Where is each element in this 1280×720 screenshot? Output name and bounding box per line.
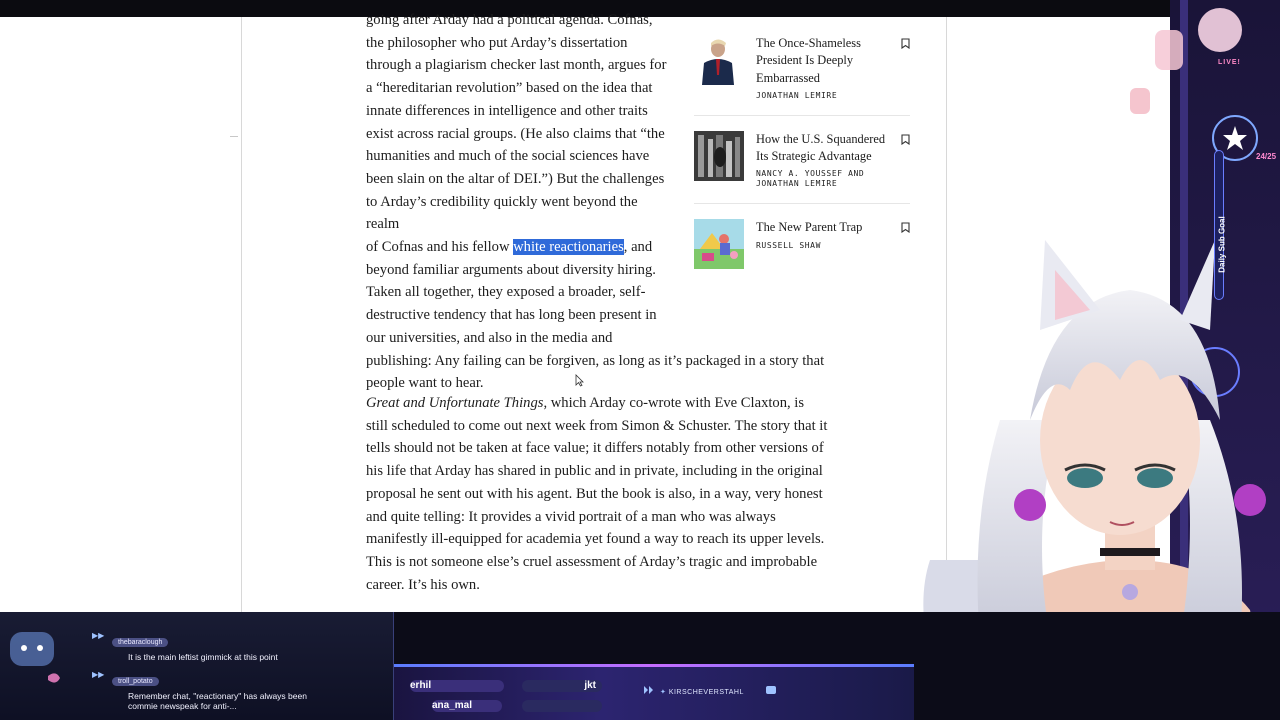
page-left-border bbox=[241, 17, 242, 613]
article-text: , and bbox=[623, 239, 653, 256]
story-thumbnail[interactable] bbox=[694, 35, 744, 85]
story-card[interactable]: The Once-Shameless President Is Deeply E… bbox=[694, 35, 912, 101]
play-arrow-icon bbox=[644, 686, 653, 694]
ticker-name: jkt bbox=[522, 680, 602, 692]
chat-username: thebaraclough bbox=[112, 638, 169, 647]
chat-message: ▶▶ troll_potato Remember chat, "reaction… bbox=[92, 670, 328, 711]
bookmark-icon[interactable] bbox=[901, 134, 910, 145]
play-arrow-icon: ▶▶ bbox=[92, 631, 105, 640]
bookmark-icon[interactable] bbox=[901, 38, 910, 49]
article-line-highlight: of Cofnas and his fellow white reactiona… bbox=[366, 236, 672, 259]
ticker-name: erhil bbox=[410, 680, 504, 692]
story-title[interactable]: The New Parent Trap bbox=[756, 219, 886, 236]
mouse-cursor-icon bbox=[575, 374, 584, 387]
article-line: through a plagiarism checker last month,… bbox=[366, 57, 667, 74]
article-line: humanities and much of the social scienc… bbox=[366, 148, 650, 165]
chat-username: troll_potato bbox=[112, 677, 159, 686]
chat-text: It is the main leftist gimmick at this p… bbox=[128, 652, 278, 662]
related-stories-sidebar: The Once-Shameless President Is Deeply E… bbox=[694, 35, 912, 270]
twitter-icon: ✦ bbox=[660, 689, 669, 696]
story-title[interactable]: How the U.S. Squandered Its Strategic Ad… bbox=[756, 131, 886, 166]
chat-box: ▶▶ thebaraclough It is the main leftist … bbox=[0, 612, 394, 720]
chat-text: Remember chat, "reactionary" has always … bbox=[128, 691, 307, 711]
story-card[interactable]: The New Parent Trap RUSSELL SHAW bbox=[694, 219, 912, 270]
article-line: Taken all together, they exposed a broad… bbox=[366, 284, 646, 301]
social-handle: ✦ KIRSCHEVERSTAHL bbox=[660, 688, 744, 696]
social-handle-text: KIRSCHEVERSTAHL bbox=[668, 689, 744, 696]
article-line: exist across racial groups. (He also cla… bbox=[366, 125, 665, 142]
story-author: RUSSELL SHAW bbox=[756, 240, 821, 250]
article-line: destructive tendency that has long been … bbox=[366, 307, 657, 324]
mascot-icon bbox=[10, 632, 60, 683]
paragraph-text: , which Arday co-wrote with Eve Claxton,… bbox=[366, 395, 828, 593]
sub-goal-label: Daily Sub Goal bbox=[1217, 216, 1227, 273]
article-line: been slain on the altar of DEI.”) But th… bbox=[366, 170, 665, 187]
story-thumbnail[interactable] bbox=[694, 130, 744, 181]
chat-message: ▶▶ thebaraclough It is the main leftist … bbox=[92, 631, 328, 662]
divider bbox=[694, 203, 910, 205]
sub-goal-count: 24/25 bbox=[1256, 152, 1277, 161]
story-author: NANCY A. YOUSSEF AND JONATHAN LEMIRE bbox=[756, 169, 865, 189]
article-paragraph-2: Great and Unfortunate Things, which Arda… bbox=[366, 392, 828, 596]
chat-bubble-icon bbox=[766, 686, 776, 694]
article-line: our universities, and also in the media … bbox=[366, 329, 613, 346]
selected-text-highlight[interactable]: white reactionaries bbox=[513, 239, 624, 256]
divider bbox=[694, 114, 910, 116]
event-ticker: erhil ana_mal jkt bbox=[394, 664, 914, 720]
article-line: the philosopher who put Arday’s disserta… bbox=[366, 34, 628, 51]
ticker-name: ana_mal bbox=[432, 700, 502, 712]
story-card[interactable]: How the U.S. Squandered Its Strategic Ad… bbox=[694, 130, 912, 190]
article-line: innate differences in intelligence and o… bbox=[366, 102, 648, 119]
story-title[interactable]: The Once-Shameless President Is Deeply E… bbox=[756, 35, 886, 87]
article-line: a “hereditarian revolution” based on the… bbox=[366, 80, 653, 97]
story-author: JONATHAN LEMIRE bbox=[756, 90, 838, 100]
margin-tick bbox=[230, 136, 238, 137]
article-line: going after Arday had a political agenda… bbox=[366, 12, 653, 28]
article-line: to Arday’s credibility quickly went beyo… bbox=[366, 193, 638, 233]
live-label: LIVE! bbox=[1218, 59, 1241, 66]
ticker-top-border bbox=[394, 664, 914, 667]
ticker-slot bbox=[522, 700, 602, 712]
article-line: beyond familiar arguments about diversit… bbox=[366, 261, 656, 278]
article-line: publishing: Any failing can be forgiven,… bbox=[366, 352, 825, 369]
play-arrow-icon: ▶▶ bbox=[92, 670, 105, 679]
story-thumbnail[interactable] bbox=[694, 219, 744, 270]
article-text: of Cofnas and his fellow bbox=[366, 239, 514, 256]
bookmark-icon[interactable] bbox=[901, 222, 910, 234]
book-title: Great and Unfortunate Things bbox=[366, 395, 544, 411]
